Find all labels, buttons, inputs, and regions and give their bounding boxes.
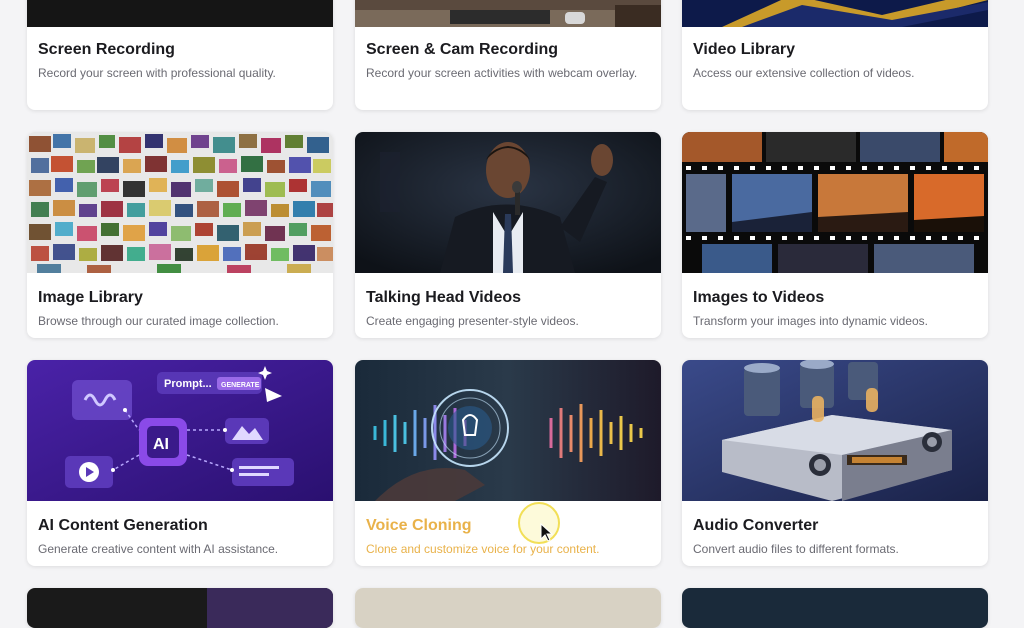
card-ai-content-generation[interactable]: Prompt... GENERATE AI AI Content Generat… <box>27 360 333 566</box>
card-description: Convert audio files to different formats… <box>693 542 899 556</box>
svg-text:AI: AI <box>153 436 169 453</box>
audio-converter-thumbnail <box>682 360 988 501</box>
talking-head-thumbnail <box>355 132 661 273</box>
card-image-library[interactable]: Image Library Browse through our curated… <box>27 132 333 338</box>
card-title: Voice Cloning <box>366 517 472 534</box>
card-title: Screen & Cam Recording <box>366 41 559 58</box>
screen-cam-thumbnail <box>355 0 661 27</box>
card-thumbnail <box>355 588 661 628</box>
card-screen-cam-recording[interactable]: Screen & Cam Recording Record your scree… <box>355 0 661 110</box>
card-description: Browse through our curated image collect… <box>38 314 279 328</box>
card-row4-right[interactable] <box>682 588 988 628</box>
card-description: Record your screen activities with webca… <box>366 66 638 80</box>
card-description: Transform your images into dynamic video… <box>693 314 928 328</box>
mouse-pointer-icon <box>540 523 554 542</box>
screen-recording-thumbnail <box>27 0 333 27</box>
voice-cloning-thumbnail <box>355 360 661 501</box>
card-voice-cloning[interactable]: Voice Cloning Clone and customize voice … <box>355 360 661 566</box>
card-talking-head-videos[interactable]: Talking Head Videos Create engaging pres… <box>355 132 661 338</box>
card-description: Generate creative content with AI assist… <box>38 542 279 556</box>
images-to-videos-thumbnail <box>682 132 988 273</box>
card-thumbnail <box>27 588 333 628</box>
card-description: Create engaging presenter-style videos. <box>366 314 579 328</box>
card-title: Images to Videos <box>693 289 825 306</box>
video-library-thumbnail <box>682 0 988 27</box>
card-video-library[interactable]: Video Library Access our extensive colle… <box>682 0 988 110</box>
image-library-thumbnail <box>27 132 333 273</box>
card-screen-recording[interactable]: Screen Recording Record your screen with… <box>27 0 333 110</box>
card-row4-center[interactable] <box>355 588 661 628</box>
card-row4-left[interactable] <box>27 588 333 628</box>
card-title: Video Library <box>693 41 795 58</box>
card-description: Access our extensive collection of video… <box>693 66 915 80</box>
card-title: Audio Converter <box>693 517 819 534</box>
card-thumbnail <box>682 588 988 628</box>
svg-text:GENERATE: GENERATE <box>221 382 260 389</box>
feature-grid: Screen Recording Record your screen with… <box>0 0 1024 628</box>
card-title: Talking Head Videos <box>366 289 522 306</box>
card-title: Image Library <box>38 289 143 306</box>
card-description: Clone and customize voice for your conte… <box>366 542 600 556</box>
card-images-to-videos[interactable]: Images to Videos Transform your images i… <box>682 132 988 338</box>
svg-text:Prompt...: Prompt... <box>164 378 212 390</box>
card-title: Screen Recording <box>38 41 175 58</box>
card-description: Record your screen with professional qua… <box>38 66 276 80</box>
card-audio-converter[interactable]: Audio Converter Convert audio files to d… <box>682 360 988 566</box>
ai-content-thumbnail: Prompt... GENERATE AI <box>27 360 333 501</box>
card-title: AI Content Generation <box>38 517 208 534</box>
